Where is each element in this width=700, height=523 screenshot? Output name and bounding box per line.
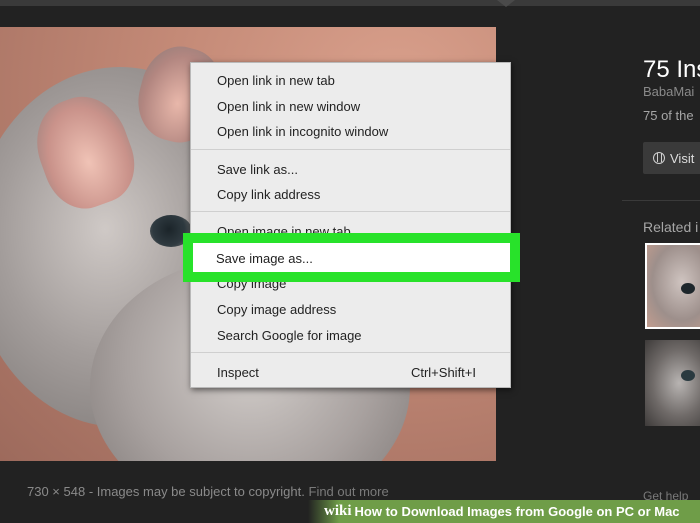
visit-button[interactable]: Visit [643,142,700,174]
image-caption: 730 × 548 - Images may be subject to cop… [27,484,389,499]
menu-item-open-link-incognito[interactable]: Open link in incognito window [217,124,388,139]
article-title: How to Download Images from Google on PC… [354,504,680,519]
menu-separator [191,352,510,353]
find-out-more-link[interactable]: Find out more [309,484,389,499]
menu-item-save-link-as[interactable]: Save link as... [217,162,298,177]
related-images-label: Related i [643,219,699,235]
globe-icon [653,152,665,164]
menu-item-open-link-new-window[interactable]: Open link in new window [217,99,360,114]
panel-divider [622,200,700,201]
thumbnail-eye [681,370,695,381]
caption-separator: - [85,484,97,499]
inspect-shortcut: Ctrl+Shift+I [410,365,476,380]
result-title[interactable]: 75 Ins [643,56,700,84]
menu-item-save-image-as[interactable]: Save image as... [216,251,313,266]
menu-separator [191,211,510,212]
save-image-highlight: Save image as... [183,233,520,282]
menu-item-open-link-new-tab[interactable]: Open link in new tab [217,73,335,88]
wikihow-logo: wiki [324,503,352,519]
result-source: BabaMai [643,84,695,99]
top-strip [0,0,700,6]
menu-item-inspect[interactable]: Inspect [217,365,259,380]
context-menu: Open link in new tab Open link in new wi… [190,62,511,388]
copyright-notice: Images may be subject to copyright. [96,484,305,499]
image-dimensions: 730 × 548 [27,484,86,499]
menu-item-search-google-for-image[interactable]: Search Google for image [217,328,362,343]
related-thumbnail[interactable] [645,340,700,426]
visit-label: Visit [670,150,695,166]
thumbnail-eye [681,283,695,294]
wikihow-banner: wiki How to Download Images from Google … [308,500,700,523]
related-thumbnail[interactable] [645,243,700,329]
menu-separator [191,149,510,150]
menu-item-copy-link-address[interactable]: Copy link address [217,187,320,202]
menu-item-copy-image-address[interactable]: Copy image address [217,302,336,317]
result-description: 75 of the [643,108,694,123]
selection-notch [497,0,515,7]
